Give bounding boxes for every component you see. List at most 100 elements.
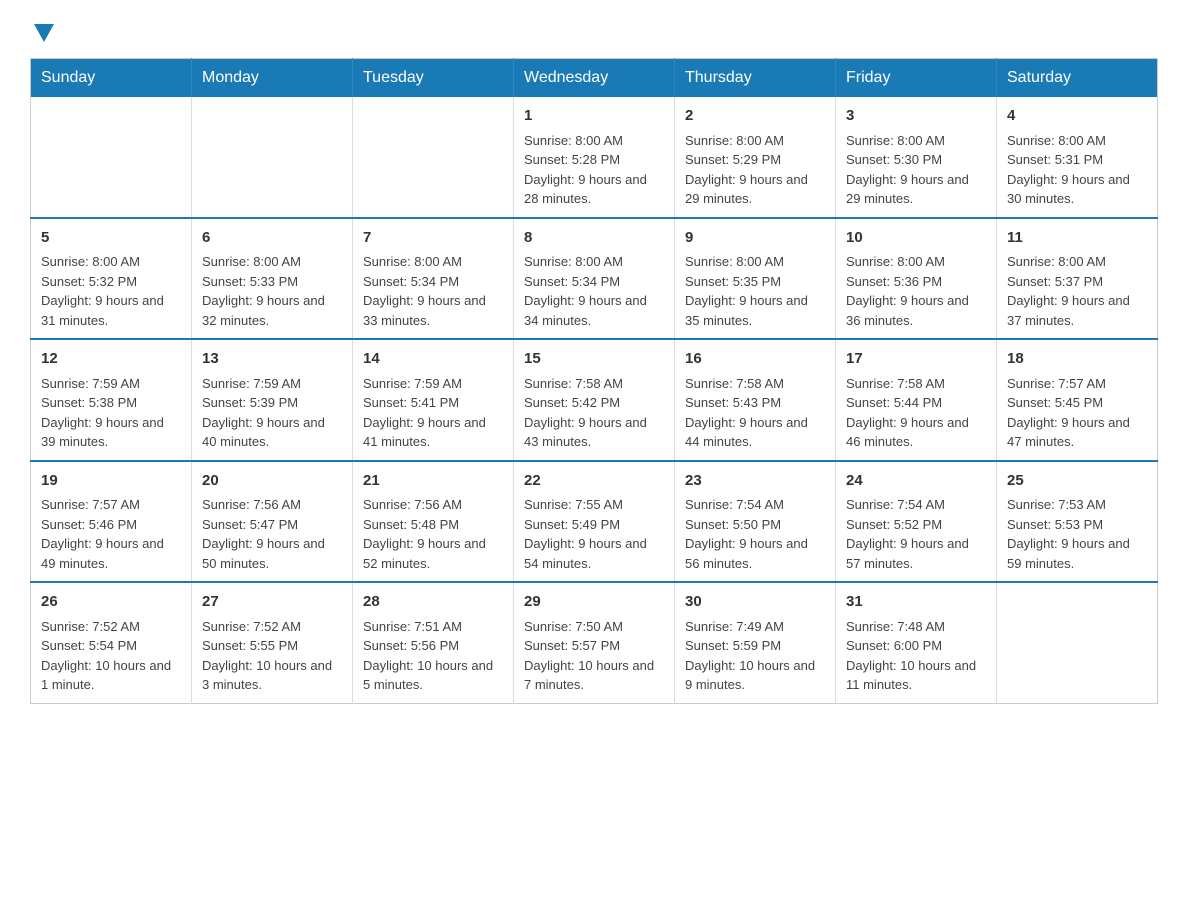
calendar-day-cell: 12 Sunrise: 7:59 AMSunset: 5:38 PMDayligh… [31, 339, 192, 461]
day-number: 4 [1007, 105, 1147, 128]
calendar-table: SundayMondayTuesdayWednesdayThursdayFrid… [30, 58, 1158, 704]
day-number: 15 [524, 348, 664, 371]
day-info: Sunrise: 7:49 AMSunset: 5:59 PMDaylight:… [685, 617, 825, 695]
day-number: 25 [1007, 470, 1147, 493]
day-info: Sunrise: 7:59 AMSunset: 5:39 PMDaylight:… [202, 374, 342, 452]
day-number: 8 [524, 227, 664, 250]
day-of-week-header: Tuesday [353, 59, 514, 98]
day-number: 7 [363, 227, 503, 250]
day-number: 19 [41, 470, 181, 493]
day-number: 13 [202, 348, 342, 371]
calendar-day-cell [997, 582, 1158, 703]
calendar-day-cell: 22Sunrise: 7:55 AMSunset: 5:49 PMDayligh… [514, 461, 675, 583]
calendar-day-cell: 24Sunrise: 7:54 AMSunset: 5:52 PMDayligh… [836, 461, 997, 583]
day-info: Sunrise: 7:58 AMSunset: 5:43 PMDaylight:… [685, 374, 825, 452]
day-info: Sunrise: 7:48 AMSunset: 6:00 PMDaylight:… [846, 617, 986, 695]
day-number: 12 [41, 348, 181, 371]
day-number: 11 [1007, 227, 1147, 250]
calendar-day-cell: 14 Sunrise: 7:59 AMSunset: 5:41 PMDayligh… [353, 339, 514, 461]
day-info: Sunrise: 7:52 AMSunset: 5:54 PMDaylight:… [41, 617, 181, 695]
day-of-week-header: Sunday [31, 59, 192, 98]
calendar-day-cell: 20Sunrise: 7:56 AMSunset: 5:47 PMDayligh… [192, 461, 353, 583]
day-info: Sunrise: 7:54 AMSunset: 5:52 PMDaylight:… [846, 495, 986, 573]
day-number: 10 [846, 227, 986, 250]
day-info: Sunrise: 7:57 AMSunset: 5:46 PMDaylight:… [41, 495, 181, 573]
calendar-day-cell: 4 Sunrise: 8:00 AMSunset: 5:31 PMDaylight… [997, 97, 1158, 218]
calendar-day-cell: 13 Sunrise: 7:59 AMSunset: 5:39 PMDayligh… [192, 339, 353, 461]
calendar-day-cell: 10Sunrise: 8:00 AMSunset: 5:36 PMDayligh… [836, 218, 997, 340]
day-info: Sunrise: 7:59 AMSunset: 5:41 PMDaylight:… [363, 374, 503, 452]
calendar-header-row: SundayMondayTuesdayWednesdayThursdayFrid… [31, 59, 1158, 98]
calendar-week-row: 5Sunrise: 8:00 AMSunset: 5:32 PMDaylight… [31, 218, 1158, 340]
day-number: 22 [524, 470, 664, 493]
day-info: Sunrise: 7:52 AMSunset: 5:55 PMDaylight:… [202, 617, 342, 695]
day-number: 24 [846, 470, 986, 493]
day-info: Sunrise: 7:57 AMSunset: 5:45 PMDaylight:… [1007, 374, 1147, 452]
day-info: Sunrise: 8:00 AMSunset: 5:33 PMDaylight:… [202, 252, 342, 330]
calendar-day-cell: 11Sunrise: 8:00 AMSunset: 5:37 PMDayligh… [997, 218, 1158, 340]
day-number: 9 [685, 227, 825, 250]
day-info: Sunrise: 7:51 AMSunset: 5:56 PMDaylight:… [363, 617, 503, 695]
day-info: Sunrise: 7:50 AMSunset: 5:57 PMDaylight:… [524, 617, 664, 695]
calendar-day-cell [31, 97, 192, 218]
day-number: 18 [1007, 348, 1147, 371]
calendar-day-cell: 6Sunrise: 8:00 AMSunset: 5:33 PMDaylight… [192, 218, 353, 340]
calendar-week-row: 1Sunrise: 8:00 AMSunset: 5:28 PMDaylight… [31, 97, 1158, 218]
day-number: 27 [202, 591, 342, 614]
page-header [30, 20, 1158, 38]
calendar-day-cell: 8Sunrise: 8:00 AMSunset: 5:34 PMDaylight… [514, 218, 675, 340]
calendar-day-cell: 19Sunrise: 7:57 AMSunset: 5:46 PMDayligh… [31, 461, 192, 583]
day-info: Sunrise: 8:00 AMSunset: 5:34 PMDaylight:… [363, 252, 503, 330]
day-number: 14 [363, 348, 503, 371]
calendar-day-cell: 18 Sunrise: 7:57 AMSunset: 5:45 PMDayligh… [997, 339, 1158, 461]
day-number: 20 [202, 470, 342, 493]
calendar-day-cell [353, 97, 514, 218]
day-info: Sunrise: 7:53 AMSunset: 5:53 PMDaylight:… [1007, 495, 1147, 573]
day-of-week-header: Thursday [675, 59, 836, 98]
calendar-day-cell: 26 Sunrise: 7:52 AMSunset: 5:54 PMDayligh… [31, 582, 192, 703]
calendar-day-cell: 3Sunrise: 8:00 AMSunset: 5:30 PMDaylight… [836, 97, 997, 218]
calendar-week-row: 19Sunrise: 7:57 AMSunset: 5:46 PMDayligh… [31, 461, 1158, 583]
calendar-day-cell: 1Sunrise: 8:00 AMSunset: 5:28 PMDaylight… [514, 97, 675, 218]
day-info: Sunrise: 8:00 AMSunset: 5:29 PMDaylight:… [685, 131, 825, 209]
day-number: 23 [685, 470, 825, 493]
day-number: 29 [524, 591, 664, 614]
day-number: 31 [846, 591, 986, 614]
day-info: Sunrise: 7:59 AMSunset: 5:38 PMDaylight:… [41, 374, 181, 452]
day-number: 2 [685, 105, 825, 128]
day-of-week-header: Monday [192, 59, 353, 98]
day-info: Sunrise: 8:00 AMSunset: 5:31 PMDaylight:… [1007, 131, 1147, 209]
calendar-day-cell: 15 Sunrise: 7:58 AMSunset: 5:42 PMDayligh… [514, 339, 675, 461]
day-of-week-header: Saturday [997, 59, 1158, 98]
logo-triangle-icon [34, 24, 54, 42]
calendar-week-row: 12 Sunrise: 7:59 AMSunset: 5:38 PMDayligh… [31, 339, 1158, 461]
day-number: 17 [846, 348, 986, 371]
day-info: Sunrise: 7:58 AMSunset: 5:42 PMDaylight:… [524, 374, 664, 452]
day-info: Sunrise: 8:00 AMSunset: 5:36 PMDaylight:… [846, 252, 986, 330]
calendar-day-cell: 5Sunrise: 8:00 AMSunset: 5:32 PMDaylight… [31, 218, 192, 340]
day-info: Sunrise: 8:00 AMSunset: 5:34 PMDaylight:… [524, 252, 664, 330]
calendar-day-cell: 28Sunrise: 7:51 AMSunset: 5:56 PMDayligh… [353, 582, 514, 703]
day-info: Sunrise: 8:00 AMSunset: 5:32 PMDaylight:… [41, 252, 181, 330]
calendar-day-cell [192, 97, 353, 218]
day-info: Sunrise: 8:00 AMSunset: 5:35 PMDaylight:… [685, 252, 825, 330]
day-of-week-header: Wednesday [514, 59, 675, 98]
day-number: 6 [202, 227, 342, 250]
calendar-day-cell: 16 Sunrise: 7:58 AMSunset: 5:43 PMDayligh… [675, 339, 836, 461]
day-info: Sunrise: 7:55 AMSunset: 5:49 PMDaylight:… [524, 495, 664, 573]
calendar-day-cell: 2 Sunrise: 8:00 AMSunset: 5:29 PMDaylight… [675, 97, 836, 218]
day-number: 26 [41, 591, 181, 614]
day-number: 21 [363, 470, 503, 493]
day-info: Sunrise: 7:56 AMSunset: 5:48 PMDaylight:… [363, 495, 503, 573]
day-info: Sunrise: 7:54 AMSunset: 5:50 PMDaylight:… [685, 495, 825, 573]
calendar-day-cell: 27 Sunrise: 7:52 AMSunset: 5:55 PMDayligh… [192, 582, 353, 703]
calendar-day-cell: 9Sunrise: 8:00 AMSunset: 5:35 PMDaylight… [675, 218, 836, 340]
calendar-day-cell: 29 Sunrise: 7:50 AMSunset: 5:57 PMDayligh… [514, 582, 675, 703]
day-number: 16 [685, 348, 825, 371]
calendar-day-cell: 23Sunrise: 7:54 AMSunset: 5:50 PMDayligh… [675, 461, 836, 583]
calendar-day-cell: 30Sunrise: 7:49 AMSunset: 5:59 PMDayligh… [675, 582, 836, 703]
logo [30, 20, 54, 38]
day-number: 5 [41, 227, 181, 250]
day-info: Sunrise: 7:56 AMSunset: 5:47 PMDaylight:… [202, 495, 342, 573]
calendar-day-cell: 7Sunrise: 8:00 AMSunset: 5:34 PMDaylight… [353, 218, 514, 340]
